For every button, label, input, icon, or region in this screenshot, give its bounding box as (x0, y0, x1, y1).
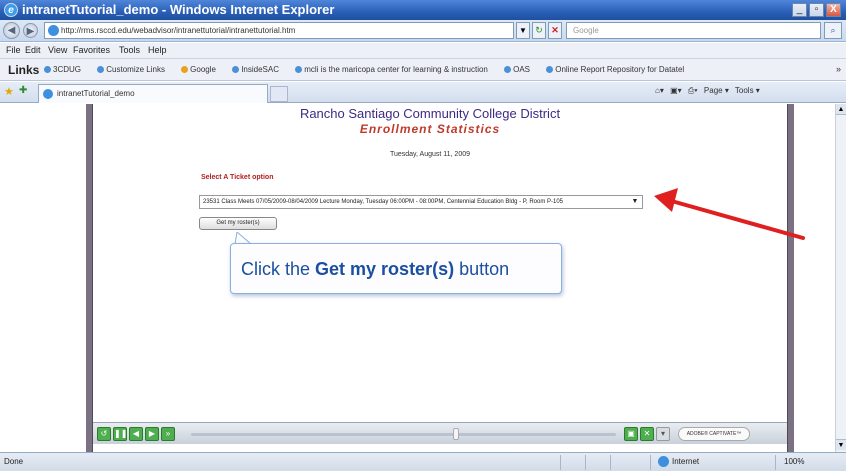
menu-icon[interactable]: ▾ (656, 427, 670, 441)
page-menu[interactable]: Page ▾ (704, 86, 729, 95)
links-label: Links (8, 63, 40, 77)
link-item[interactable]: Customize Links (97, 65, 172, 74)
security-zone: Internet (672, 457, 700, 466)
frame-border-right (787, 104, 794, 452)
ticket-selected-value: 23531 Class Meets 07/05/2009-08/04/2009 … (203, 199, 564, 205)
link-item[interactable]: Google (181, 65, 223, 74)
vertical-scrollbar[interactable]: ▲ ▼ (835, 104, 846, 452)
google-icon (181, 66, 189, 74)
status-bar: Done Internet 100% (0, 452, 846, 471)
internet-zone-icon (658, 456, 669, 467)
pause-icon[interactable]: ❚❚ (113, 427, 127, 441)
select-ticket-label: Select A Ticket option (201, 174, 274, 181)
chevron-right-icon[interactable]: » (836, 64, 841, 74)
back-icon[interactable]: ◀ (129, 427, 143, 441)
menu-file[interactable]: File (6, 45, 21, 55)
search-icon[interactable]: ⌕ (824, 22, 842, 39)
callout-text: Click the (241, 259, 316, 279)
link-item[interactable]: OAS (504, 65, 537, 74)
scroll-up-icon[interactable]: ▲ (836, 104, 846, 115)
home-icon[interactable]: ⌂▾ (655, 86, 664, 95)
address-bar-row: ◀ ▶ http://rms.rsccd.edu/webadvisor/intr… (0, 20, 846, 42)
zoom-level[interactable]: 100% (784, 457, 804, 466)
page-title: Rancho Santiago Community College Distri… (299, 106, 561, 121)
menu-tools[interactable]: Tools (119, 45, 140, 55)
link-icon (232, 66, 240, 74)
tab-title: intranetTutorial_demo (57, 89, 135, 98)
address-url: http://rms.rsccd.edu/webadvisor/intranet… (61, 26, 296, 35)
minimize-button[interactable]: _ (792, 3, 807, 17)
page-content: Rancho Santiago Community College Distri… (0, 104, 835, 452)
link-icon (546, 66, 554, 74)
adobe-captivate-badge: ADOBE® CAPTIVATE™ (678, 427, 750, 441)
chevron-down-icon[interactable]: ▼ (630, 197, 640, 207)
link-icon (97, 66, 105, 74)
ticket-select[interactable]: 23531 Class Meets 07/05/2009-08/04/2009 … (199, 195, 643, 209)
link-icon (295, 66, 303, 74)
frame-border-left (86, 104, 93, 452)
status-divider (560, 455, 561, 470)
links-bar: Links 3CDUG Customize Links Google Insid… (0, 59, 846, 81)
back-button[interactable]: ◀ (3, 22, 20, 39)
callout-text: button (454, 259, 510, 279)
status-divider (775, 455, 776, 470)
print-icon[interactable]: ⎙▾ (688, 86, 698, 95)
link-item[interactable]: Online Report Repository for Datatel (546, 65, 691, 74)
progress-handle[interactable] (453, 428, 459, 440)
page-icon (43, 89, 53, 99)
get-roster-button[interactable]: Get my roster(s) (199, 217, 277, 230)
menu-view[interactable]: View (48, 45, 67, 55)
tab-active[interactable]: intranetTutorial_demo (38, 84, 268, 103)
status-divider (585, 455, 586, 470)
menu-bar: File Edit View Favorites Tools Help (0, 43, 846, 59)
status-divider (610, 455, 611, 470)
stop-icon[interactable]: ✕ (548, 22, 562, 39)
new-tab-button[interactable] (270, 86, 288, 102)
callout-text-bold: Get my roster(s) (315, 259, 455, 279)
refresh-icon[interactable]: ↻ (532, 22, 546, 39)
fast-forward-icon[interactable]: » (161, 427, 175, 441)
add-favorite-icon[interactable]: ✚ (19, 85, 27, 96)
page-subtitle: Enrollment Statistics (359, 122, 501, 136)
favorites-star-icon[interactable]: ★ (4, 85, 14, 98)
page-icon (48, 25, 59, 36)
link-item[interactable]: 3CDUG (44, 65, 88, 74)
page-date: Tuesday, August 11, 2009 (389, 151, 471, 158)
tab-bar: ★ ✚ intranetTutorial_demo ⌂▾ ▣▾ ⎙▾ Page … (0, 82, 846, 103)
menu-edit[interactable]: Edit (25, 45, 41, 55)
title-bar: e intranetTutorial_demo - Windows Intern… (0, 0, 846, 20)
link-icon (504, 66, 512, 74)
playback-bar: ↺ ❚❚ ◀ ▶ » ▣ ✕ ▾ ADOBE® CAPTIVATE™ (93, 422, 787, 444)
status-text: Done (4, 457, 24, 466)
menu-favorites[interactable]: Favorites (73, 45, 110, 55)
close-icon[interactable]: ✕ (640, 427, 654, 441)
link-item[interactable]: mcli is the maricopa center for learning… (295, 65, 495, 74)
menu-help[interactable]: Help (148, 45, 167, 55)
links-list: 3CDUG Customize Links Google InsideSAC m… (44, 65, 834, 77)
forward-button[interactable]: ▶ (23, 23, 38, 38)
status-divider (650, 455, 651, 470)
feeds-icon[interactable]: ▣▾ (670, 86, 682, 95)
ie-logo-icon: e (4, 3, 18, 17)
link-icon (44, 66, 51, 74)
window-title: intranetTutorial_demo - Windows Internet… (22, 2, 335, 17)
rewind-icon[interactable]: ↺ (97, 427, 111, 441)
address-dropdown-button[interactable]: ▼ (516, 22, 530, 39)
maximize-button[interactable]: ▫ (809, 3, 824, 17)
scroll-down-icon[interactable]: ▼ (836, 439, 846, 450)
info-icon[interactable]: ▣ (624, 427, 638, 441)
tools-menu[interactable]: Tools ▾ (735, 86, 760, 95)
progress-track[interactable] (191, 433, 616, 436)
command-bar: ⌂▾ ▣▾ ⎙▾ Page ▾ Tools ▾ (655, 86, 845, 100)
red-arrow-icon (654, 188, 805, 240)
address-input[interactable]: http://rms.rsccd.edu/webadvisor/intranet… (44, 22, 514, 39)
link-item[interactable]: InsideSAC (232, 65, 286, 74)
instruction-callout: Click the Get my roster(s) button (230, 243, 562, 294)
close-button[interactable]: X (826, 3, 841, 17)
search-input[interactable]: Google (566, 22, 821, 39)
forward-icon[interactable]: ▶ (145, 427, 159, 441)
